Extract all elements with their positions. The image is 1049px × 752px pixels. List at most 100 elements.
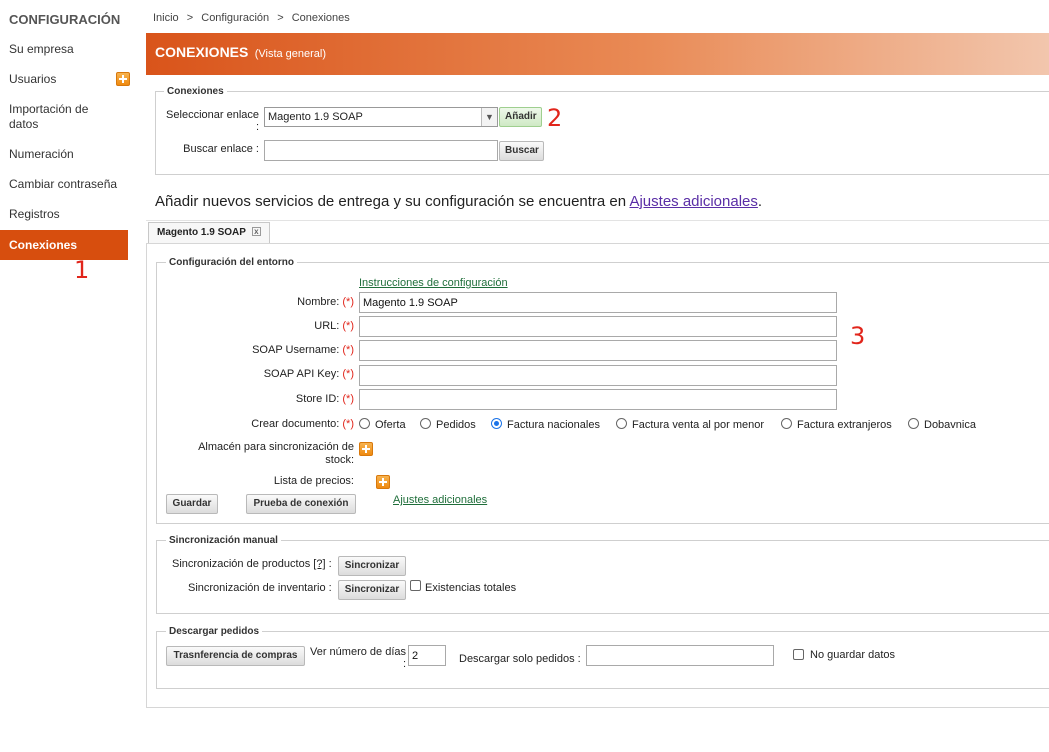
no-save-label: No guardar datos: [810, 649, 895, 661]
tab-label: Magento 1.9 SOAP: [157, 227, 246, 238]
help-link[interactable]: [?]: [313, 558, 325, 570]
select-link-label: Seleccionar enlace :: [166, 109, 259, 133]
total-stock-label: Existencias totales: [425, 582, 517, 594]
sidebar-item-su-empresa[interactable]: Su empresa: [0, 35, 128, 63]
chevron-down-icon[interactable]: ▼: [481, 108, 497, 126]
radio-label: Oferta: [375, 419, 406, 431]
sidebar-item-label: Su empresa: [9, 42, 74, 56]
sidebar-item-label: Registros: [9, 207, 60, 221]
stock-sync-label: Almacén para sincronización de stock:: [198, 441, 354, 466]
required-mark: (*): [342, 393, 354, 405]
instructions-link[interactable]: Instrucciones de configuración: [359, 277, 508, 289]
field-label: SOAP Username:: [252, 344, 340, 356]
radio-label: Factura venta al por menor: [632, 419, 765, 431]
search-link-label: Buscar enlace :: [183, 143, 259, 155]
close-icon[interactable]: x: [251, 227, 261, 236]
sidebar-item-label: Numeración: [9, 147, 74, 161]
radio-dobavnica[interactable]: Dobavnica: [908, 418, 976, 431]
sidebar-item-registros[interactable]: Registros: [0, 200, 128, 228]
sidebar-item-usuarios[interactable]: Usuarios: [0, 65, 130, 93]
radio-button[interactable]: [908, 418, 919, 429]
connections-fieldset: [155, 91, 1049, 175]
breadcrumb-separator: >: [277, 12, 284, 24]
store-id-input[interactable]: [359, 389, 837, 410]
breadcrumb-conexiones: Conexiones: [291, 12, 350, 24]
add-button[interactable]: Añadir: [499, 107, 542, 127]
page-header: CONEXIONES (Vista general): [146, 33, 1049, 75]
annotation-3: 3: [850, 322, 866, 350]
required-mark: (*): [342, 344, 354, 356]
no-save-checkbox[interactable]: [793, 649, 804, 660]
only-orders-label: Descargar solo pedidos :: [459, 653, 581, 665]
additional-settings-link-2[interactable]: Ajustes adicionales: [393, 494, 487, 506]
sidebar-item-label: Cambiar contraseña: [9, 177, 118, 191]
radio-button[interactable]: [359, 418, 370, 429]
sync-products-label: Sincronización de productos [?] :: [172, 558, 332, 570]
radio-factura-venta-menor[interactable]: Factura venta al por menor: [616, 418, 764, 431]
required-mark: (*): [342, 418, 354, 430]
field-label-nombre: Nombre: (*): [200, 296, 354, 308]
tab-magento[interactable]: Magento 1.9 SOAP x: [148, 222, 270, 243]
sidebar-item-numeracion[interactable]: Numeración: [0, 140, 128, 168]
breadcrumb-inicio[interactable]: Inicio: [153, 12, 179, 24]
sidebar-item-conexiones[interactable]: Conexiones: [0, 230, 128, 260]
nombre-input[interactable]: [359, 292, 837, 313]
radio-button[interactable]: [616, 418, 627, 429]
breadcrumb-separator: >: [186, 12, 194, 24]
info-line: Añadir nuevos servicios de entrega y su …: [155, 193, 762, 210]
colon: :: [328, 558, 332, 570]
save-button[interactable]: Guardar: [166, 494, 218, 514]
sync-legend: Sincronización manual: [166, 535, 281, 546]
sync-products-button[interactable]: Sincronizar: [338, 556, 406, 576]
field-label: URL:: [314, 320, 340, 332]
sidebar-title: CONFIGURACIÓN: [9, 12, 121, 27]
search-link-input[interactable]: [264, 140, 498, 161]
field-label-soap-api-key: SOAP API Key: (*): [200, 368, 354, 380]
page-subtitle: (Vista general): [254, 48, 327, 60]
soap-api-key-input[interactable]: [359, 365, 837, 386]
env-legend: Configuración del entorno: [166, 257, 297, 268]
plus-icon[interactable]: [376, 475, 391, 489]
info-end: .: [757, 193, 763, 210]
plus-icon[interactable]: [359, 442, 373, 456]
radio-factura-nacionales[interactable]: Factura nacionales: [491, 418, 600, 431]
field-label-url: URL: (*): [200, 320, 354, 332]
field-label-crear-documento: Crear documento: (*): [200, 418, 354, 430]
sidebar-item-importacion[interactable]: Importación de datos: [0, 96, 128, 136]
breadcrumb: Inicio > Configuración > Conexiones: [153, 12, 350, 24]
price-list-label: Lista de precios:: [273, 475, 354, 487]
radio-pedidos[interactable]: Pedidos: [420, 418, 476, 431]
radio-factura-extranjeros[interactable]: Factura extranjeros: [781, 418, 892, 431]
additional-settings-link[interactable]: Ajustes adicionales: [629, 193, 757, 210]
transfer-purchases-button[interactable]: Trasnferencia de compras: [166, 646, 305, 666]
search-button[interactable]: Buscar: [499, 141, 544, 161]
required-mark: (*): [342, 368, 354, 380]
only-orders-input[interactable]: [586, 645, 774, 666]
days-label: Ver número de días :: [309, 646, 406, 670]
radio-button[interactable]: [781, 418, 792, 429]
sidebar-item-label: Conexiones: [9, 238, 78, 252]
radio-label: Pedidos: [436, 419, 476, 431]
required-mark: (*): [342, 320, 354, 332]
days-input[interactable]: [408, 645, 446, 666]
total-stock-checkbox[interactable]: [410, 580, 421, 591]
sync-inventory-button[interactable]: Sincronizar: [338, 580, 406, 600]
url-input[interactable]: [359, 316, 837, 337]
connections-legend: Conexiones: [164, 86, 227, 97]
sync-inventory-label: Sincronización de inventario :: [188, 582, 332, 594]
sidebar-item-label: Importación de datos: [9, 102, 89, 131]
test-connection-button[interactable]: Prueba de conexión: [246, 494, 356, 514]
breadcrumb-configuracion[interactable]: Configuración: [201, 12, 269, 24]
link-select-value: Magento 1.9 SOAP: [268, 111, 363, 123]
link-select[interactable]: Magento 1.9 SOAP ▼: [264, 107, 498, 127]
plus-icon[interactable]: [116, 72, 130, 86]
required-mark: (*): [342, 296, 354, 308]
radio-button[interactable]: [420, 418, 431, 429]
tab-strip-top-line: [146, 220, 1049, 221]
radio-button-selected[interactable]: [491, 418, 502, 429]
soap-username-input[interactable]: [359, 340, 837, 361]
field-label: SOAP API Key:: [263, 368, 340, 380]
radio-oferta[interactable]: Oferta: [359, 418, 406, 431]
annotation-1: 1: [74, 256, 90, 284]
sidebar-item-cambiar-contrasena[interactable]: Cambiar contraseña: [0, 170, 128, 198]
